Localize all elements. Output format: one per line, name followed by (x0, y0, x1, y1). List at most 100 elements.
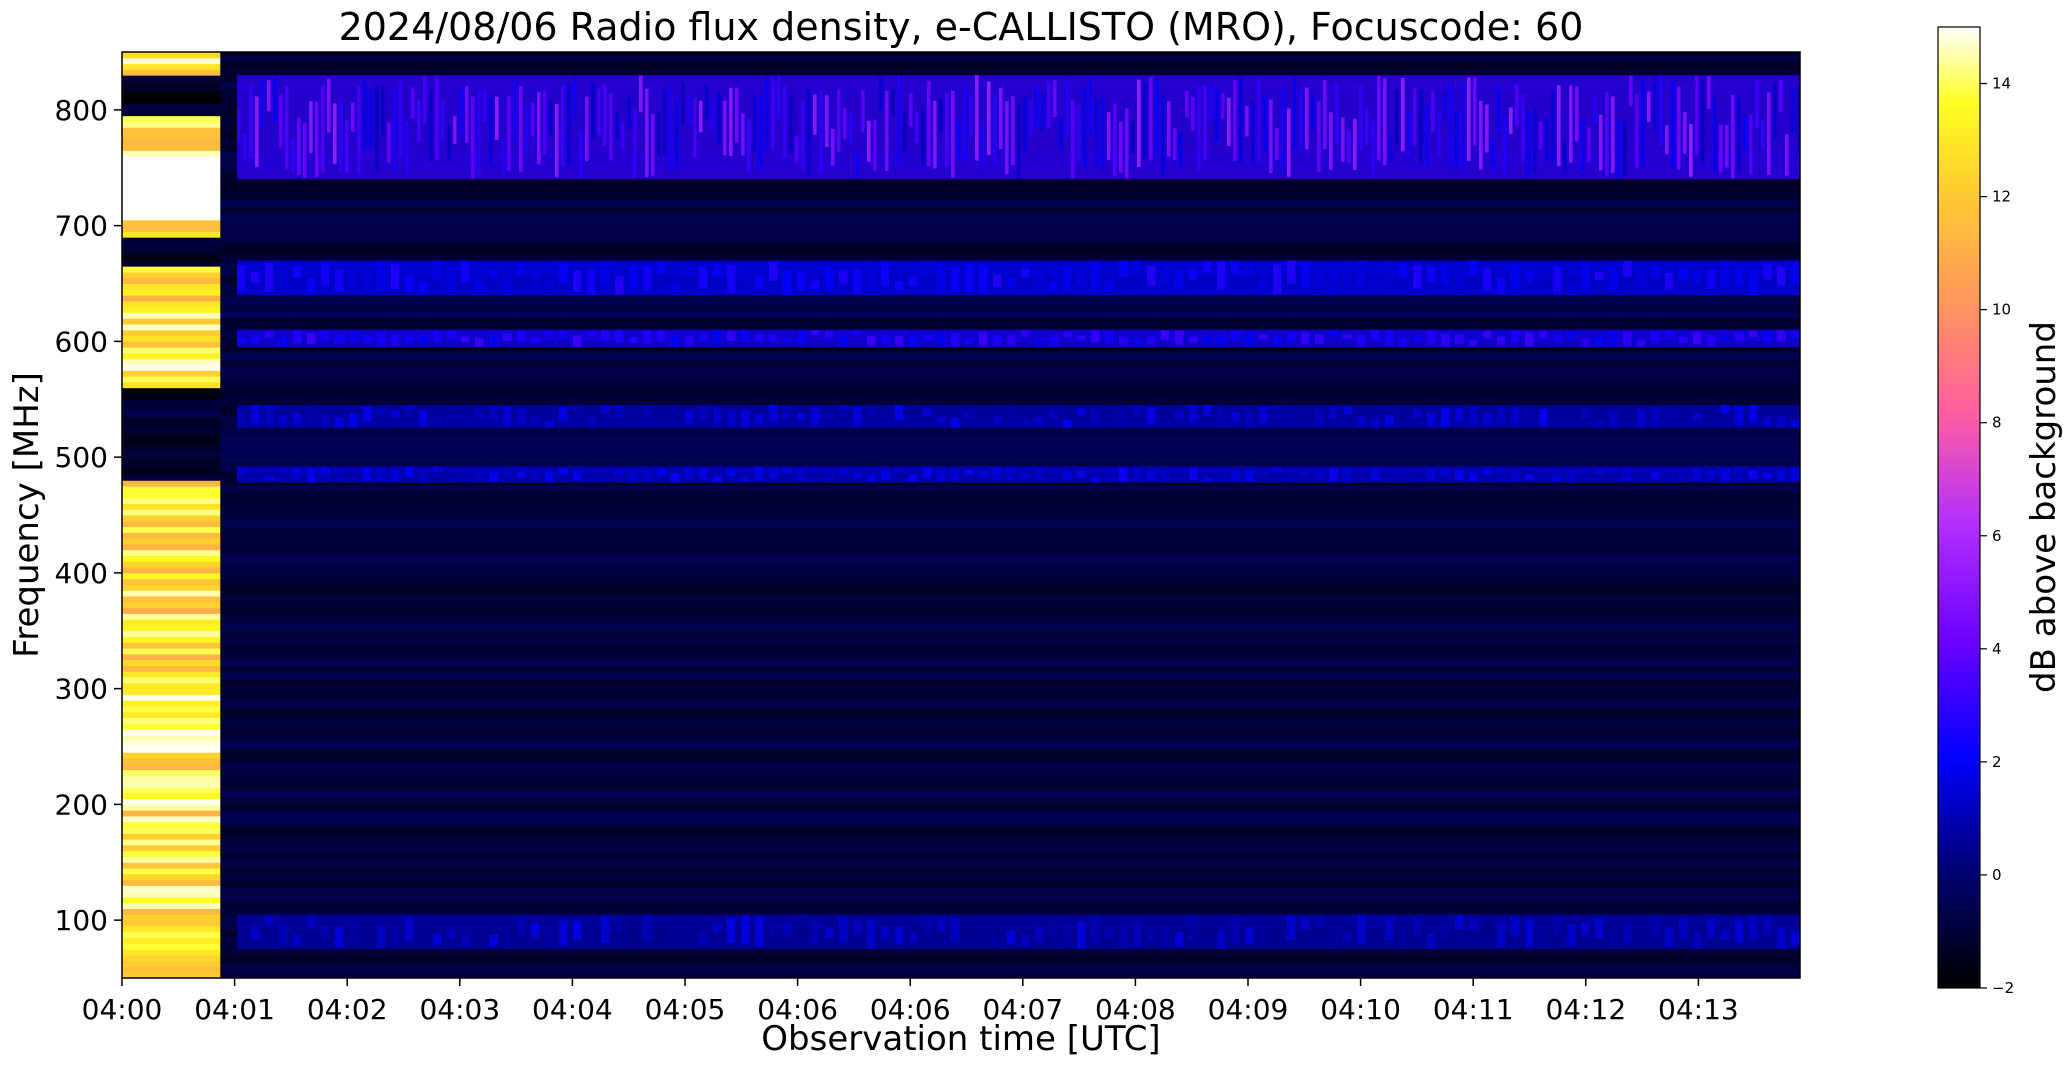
saturated-strip (122, 393, 221, 400)
saturated-strip (122, 127, 221, 134)
saturated-strip (122, 549, 221, 557)
noise-streak (122, 776, 1800, 784)
noise-streak (122, 61, 1800, 69)
noise-streak (122, 519, 1800, 527)
saturated-strip (122, 705, 221, 713)
colorbar: −2 0 2 4 6 8 10 12 14 dB above background (1937, 26, 2064, 997)
saturated-strip (122, 121, 221, 128)
saturated-strip (122, 242, 221, 250)
colorbar-tick-label: 2 (1992, 753, 2002, 771)
x-tick-label: 04:05 (645, 993, 726, 1026)
saturated-strip (122, 885, 221, 892)
saturated-strip (122, 862, 221, 869)
noise-streak (122, 957, 1800, 965)
x-tick-label: 04:04 (532, 993, 613, 1026)
saturated-strip (122, 578, 221, 585)
saturated-strip (122, 370, 221, 377)
y-axis: 100 200 300 400 500 600 700 800 (55, 94, 122, 937)
saturated-strip (122, 52, 221, 59)
saturated-strip (122, 868, 221, 875)
saturated-strip (122, 422, 221, 429)
saturated-strip (122, 729, 221, 736)
saturated-strip (122, 827, 221, 834)
saturated-strip (122, 295, 221, 302)
noise-streak (122, 512, 1800, 520)
noise-streak (122, 783, 1800, 791)
chart-title: 2024/08/06 Radio flux density, e-CALLIST… (339, 5, 1584, 49)
noise-streak (122, 616, 1800, 624)
saturated-strip (122, 798, 221, 805)
noise-streak (122, 227, 1800, 235)
saturated-strip (122, 202, 221, 209)
noise-streak (122, 200, 1800, 208)
x-tick-label: 04:12 (1545, 993, 1626, 1026)
noise-streak (122, 839, 1800, 847)
saturated-strip (122, 567, 221, 574)
saturated-strip (122, 949, 221, 956)
saturated-strip (122, 532, 221, 539)
noise-streak (122, 727, 1800, 735)
saturated-strip (122, 115, 221, 122)
noise-streak (122, 68, 1800, 76)
colorbar-tick-label: −2 (1992, 979, 2014, 997)
saturated-strip (122, 844, 221, 852)
noise-streak (122, 498, 1800, 506)
saturated-strip (122, 277, 221, 284)
noise-streak (122, 748, 1800, 756)
saturated-strip (122, 75, 221, 82)
saturated-strip (122, 185, 221, 192)
y-tick-label: 800 (55, 94, 108, 127)
x-tick-label: 04:01 (194, 993, 275, 1026)
saturated-strip (122, 758, 221, 765)
colorbar-tick-label: 0 (1992, 866, 2002, 884)
noise-streak (122, 964, 1800, 972)
noise-streak (122, 387, 1800, 395)
saturated-strip (122, 711, 221, 719)
x-tick-label: 04:09 (1208, 993, 1289, 1026)
saturated-strip (122, 815, 221, 823)
saturated-strip (122, 289, 221, 296)
noise-streak (122, 366, 1800, 374)
noise-streak (122, 804, 1800, 812)
saturated-strip (122, 596, 221, 603)
saturated-strip (122, 561, 221, 568)
saturated-strip (122, 381, 221, 389)
x-tick-label: 04:03 (419, 993, 500, 1026)
emission-band (237, 329, 1800, 348)
y-tick-label: 400 (55, 557, 108, 590)
saturated-strip (122, 642, 221, 649)
saturated-strip (122, 792, 221, 800)
noise-streak (122, 491, 1800, 499)
saturated-strip (122, 92, 221, 99)
colorbar-tick-label: 14 (1992, 75, 2011, 93)
noise-streak (122, 707, 1800, 715)
saturated-strip (122, 700, 221, 707)
saturated-strip (122, 480, 221, 487)
noise-streak (122, 672, 1800, 680)
saturated-strip (122, 636, 221, 643)
saturated-strip (122, 630, 221, 638)
noise-streak (122, 450, 1800, 458)
saturated-strip (122, 69, 221, 76)
noise-streak (122, 241, 1800, 249)
saturated-strip (122, 335, 221, 342)
saturated-strip (122, 954, 221, 962)
x-axis-label: Observation time [UTC] (761, 1019, 1160, 1059)
colorbar-tick-label: 10 (1992, 301, 2011, 319)
colorbar-tick-label: 4 (1992, 640, 2002, 658)
x-tick-label: 04:00 (82, 993, 163, 1026)
colorbar-tick-label: 8 (1992, 414, 2002, 432)
saturated-strip (122, 543, 221, 551)
saturated-strip (122, 821, 221, 829)
saturated-strip (122, 98, 221, 105)
saturated-strip (122, 405, 221, 412)
saturated-strip (122, 306, 221, 313)
noise-streak (122, 721, 1800, 728)
saturated-strip (122, 891, 221, 898)
saturated-strip (122, 769, 221, 776)
noise-streak (122, 693, 1800, 701)
y-axis-label: Frequency [MHz] (7, 372, 47, 658)
saturated-strip (122, 555, 221, 562)
noise-streak (122, 679, 1800, 687)
emission-band (237, 914, 1800, 950)
